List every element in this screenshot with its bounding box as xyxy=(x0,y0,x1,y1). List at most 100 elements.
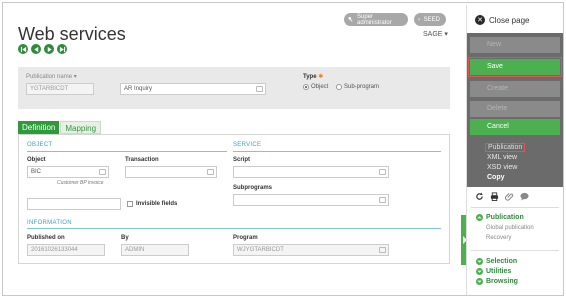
action-sidebar: ✕ Close page New Save Create Delete Canc… xyxy=(466,5,563,295)
section-browsing[interactable]: Browsing xyxy=(476,278,518,285)
transaction-field[interactable] xyxy=(125,166,217,178)
tab-bar: Definition Mapping xyxy=(18,121,102,134)
divider xyxy=(27,228,441,229)
close-page-label: Close page xyxy=(489,15,530,25)
collapse-icon xyxy=(476,214,483,221)
by-field: ADMIN xyxy=(121,244,189,256)
publication-header: Publication name ▾ YGTARBICDT AR Inquiry… xyxy=(18,67,450,109)
page-title: Web services xyxy=(18,24,126,44)
seed-button[interactable]: SEED xyxy=(414,13,446,26)
object-field[interactable]: BIC xyxy=(27,166,109,178)
invisible-fields-checkbox[interactable]: Invisible fields xyxy=(127,201,177,207)
super-administrator-label: Super administrator xyxy=(357,13,392,26)
xsd-view-link[interactable]: XSD view xyxy=(487,164,517,171)
type-option-subprogram-label: Sub-program xyxy=(344,84,380,90)
type-option-subprogram[interactable]: Sub-program xyxy=(336,84,379,90)
sage-menu[interactable]: SAGE ▾ xyxy=(423,30,448,38)
object-extra-field[interactable] xyxy=(27,198,121,210)
publication-description-value: AR Inquiry xyxy=(124,86,153,92)
super-administrator-button[interactable]: Super administrator xyxy=(344,13,408,26)
seed-label: SEED xyxy=(423,16,440,23)
checkbox-icon xyxy=(127,201,133,207)
divider xyxy=(471,250,559,251)
attachment-icon[interactable] xyxy=(505,192,514,201)
global-publication-link[interactable]: Global publication xyxy=(486,225,534,231)
object-hint: Customer BP invoice xyxy=(57,180,104,186)
section-utilities-label: Utilities xyxy=(486,268,512,275)
key-icon xyxy=(348,16,353,22)
create-button[interactable]: Create xyxy=(470,81,560,97)
radio-icon xyxy=(303,84,309,90)
translate-icon[interactable] xyxy=(256,86,263,92)
publication-name-field: YGTARBICDT xyxy=(26,83,94,95)
program-label: Program xyxy=(233,235,258,241)
section-publication[interactable]: Publication xyxy=(476,214,524,221)
expand-icon xyxy=(476,268,483,275)
required-icon: ✱ xyxy=(318,74,324,80)
lookup-icon[interactable] xyxy=(207,169,214,175)
previous-record-icon[interactable] xyxy=(31,44,41,54)
record-navigation xyxy=(18,44,67,54)
published-on-label: Published on xyxy=(27,235,65,241)
expand-icon xyxy=(476,258,483,265)
object-value: BIC xyxy=(31,169,42,175)
main-content: Super administrator SEED SAGE ▾ Web serv… xyxy=(0,0,460,298)
transaction-label: Transaction xyxy=(125,157,159,163)
program-field: WJYGTARBICDT xyxy=(233,244,389,256)
lookup-icon[interactable] xyxy=(379,247,386,253)
save-button[interactable]: Save xyxy=(468,57,562,77)
by-label: By xyxy=(121,235,129,241)
divider xyxy=(471,207,559,208)
publication-name-label: Publication name ▾ xyxy=(26,74,77,80)
tab-mapping[interactable]: Mapping xyxy=(60,121,102,134)
last-record-icon[interactable] xyxy=(57,44,67,54)
type-option-object-label: Object xyxy=(311,84,329,90)
object-label: Object xyxy=(27,157,46,163)
new-button[interactable]: New xyxy=(470,37,560,53)
section-browsing-label: Browsing xyxy=(486,278,518,285)
copy-link[interactable]: Copy xyxy=(487,174,505,181)
cancel-button[interactable]: Cancel xyxy=(470,119,560,135)
print-icon[interactable] xyxy=(490,192,499,201)
publication-description-field[interactable]: AR Inquiry xyxy=(120,83,266,95)
section-publication-label: Publication xyxy=(486,214,524,221)
type-label: Type ✱ xyxy=(303,74,324,80)
radio-icon xyxy=(336,84,342,90)
sidebar-toolbar xyxy=(475,192,529,201)
section-selection[interactable]: Selection xyxy=(476,258,517,265)
key-icon xyxy=(418,18,421,21)
published-on-field: 20161026133044 xyxy=(27,244,105,256)
service-section-title: SERVICE xyxy=(233,142,262,148)
close-page-button[interactable]: ✕ Close page xyxy=(475,15,529,25)
refresh-icon[interactable] xyxy=(475,192,484,201)
script-field[interactable] xyxy=(233,166,389,178)
lookup-icon[interactable] xyxy=(379,169,386,175)
object-section-title: OBJECT xyxy=(27,142,53,148)
required-icon: ▾ xyxy=(73,74,77,80)
sage-label: SAGE xyxy=(423,31,443,38)
sidebar-header: ✕ Close page xyxy=(467,5,563,33)
next-record-icon[interactable] xyxy=(44,44,54,54)
divider xyxy=(233,151,441,152)
xml-view-link[interactable]: XML view xyxy=(487,154,517,161)
lookup-icon[interactable] xyxy=(99,169,106,175)
close-icon: ✕ xyxy=(475,15,485,25)
publication-link[interactable]: Publication xyxy=(485,143,526,152)
subprograms-field[interactable] xyxy=(233,194,389,206)
sidebar-actions: New Save Create Delete Cancel Publicatio… xyxy=(467,33,563,187)
section-utilities[interactable]: Utilities xyxy=(476,268,511,275)
program-value: WJYGTARBICDT xyxy=(237,247,284,253)
divider xyxy=(27,151,227,152)
subprograms-label: Subprograms xyxy=(233,185,273,191)
lookup-icon[interactable] xyxy=(379,197,386,203)
first-record-icon[interactable] xyxy=(18,44,28,54)
invisible-fields-label: Invisible fields xyxy=(136,201,178,207)
delete-button[interactable]: Delete xyxy=(470,101,560,117)
comment-icon[interactable] xyxy=(520,192,529,201)
section-selection-label: Selection xyxy=(486,258,518,265)
type-option-object[interactable]: Object xyxy=(303,84,328,90)
recovery-link[interactable]: Recovery xyxy=(486,235,511,241)
tab-definition[interactable]: Definition xyxy=(18,121,60,134)
script-label: Script xyxy=(233,157,251,163)
chevron-down-icon: ▾ xyxy=(444,31,448,38)
